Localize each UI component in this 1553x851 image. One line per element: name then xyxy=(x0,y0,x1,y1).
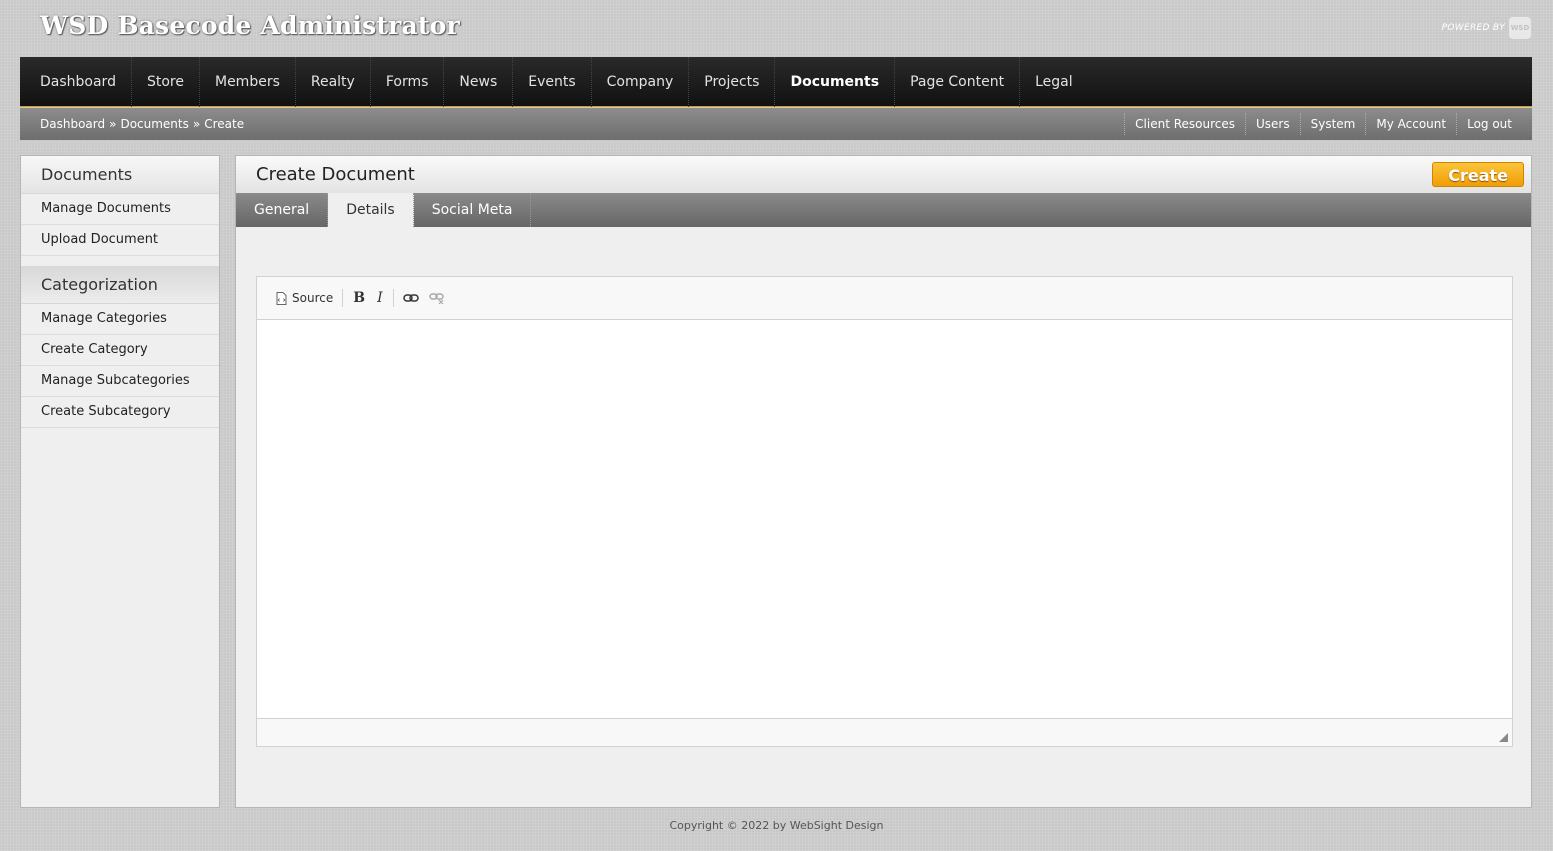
editor-toolbar: Source B I xyxy=(257,277,1512,320)
nav-item-dashboard[interactable]: Dashboard xyxy=(25,56,132,107)
toolbar-separator xyxy=(392,289,394,307)
breadcrumb-dashboard[interactable]: Dashboard xyxy=(40,117,105,131)
sidebar-link-manage-documents[interactable]: Manage Documents xyxy=(21,194,219,225)
toolbar-separator xyxy=(342,289,344,307)
breadcrumb: Dashboard » Documents » Create xyxy=(40,117,244,131)
sidebar-link-manage-subcategories[interactable]: Manage Subcategories xyxy=(21,366,219,397)
sub-bar: Dashboard » Documents » Create Client Re… xyxy=(20,108,1532,140)
link-system[interactable]: System xyxy=(1299,113,1366,135)
panel-header: Create Document Create xyxy=(236,156,1531,193)
sidebar-link-upload-document[interactable]: Upload Document xyxy=(21,225,219,256)
unlink-icon xyxy=(428,292,445,304)
link-my-account[interactable]: My Account xyxy=(1365,113,1456,135)
nav-item-events[interactable]: Events xyxy=(513,56,592,107)
sidebar-heading-categorization: Categorization xyxy=(21,266,219,304)
tab-general[interactable]: General xyxy=(236,193,329,227)
nav-item-forms[interactable]: Forms xyxy=(371,56,445,107)
nav-item-company[interactable]: Company xyxy=(592,56,690,107)
create-button[interactable]: Create xyxy=(1432,162,1524,187)
app-title: WSD Basecode Administrator xyxy=(40,11,460,40)
bold-button[interactable]: B xyxy=(347,286,371,310)
source-icon xyxy=(276,291,287,305)
nav-item-realty[interactable]: Realty xyxy=(296,56,371,107)
link-log-out[interactable]: Log out xyxy=(1456,113,1512,135)
copyright: Copyright © 2022 by WebSight Design xyxy=(669,819,884,832)
italic-button[interactable]: I xyxy=(371,286,389,310)
powered-by: POWERED BY WSD xyxy=(1442,17,1531,39)
breadcrumb-separator: » xyxy=(109,117,117,131)
utility-links: Client Resources Users System My Account… xyxy=(1124,113,1512,135)
nav-item-documents[interactable]: Documents xyxy=(775,56,896,107)
link-users[interactable]: Users xyxy=(1245,113,1300,135)
resize-handle-icon[interactable] xyxy=(1499,733,1508,742)
link-icon xyxy=(402,293,419,303)
nav-item-page-content[interactable]: Page Content xyxy=(895,56,1021,107)
nav-item-members[interactable]: Members xyxy=(200,56,296,107)
breadcrumb-create: Create xyxy=(204,117,245,131)
powered-by-label: POWERED BY xyxy=(1441,23,1505,33)
main-nav: Dashboard Store Members Realty Forms New… xyxy=(20,56,1532,107)
wsd-logo: WSD xyxy=(1509,17,1531,39)
sidebar-link-create-category[interactable]: Create Category xyxy=(21,335,219,366)
sidebar-link-manage-categories[interactable]: Manage Categories xyxy=(21,304,219,335)
nav-item-news[interactable]: News xyxy=(444,56,514,107)
tab-bar: General Details Social Meta xyxy=(236,193,1531,227)
sidebar-heading-documents: Documents xyxy=(21,156,219,194)
page-title: Create Document xyxy=(256,164,415,185)
unlink-button[interactable] xyxy=(424,286,450,310)
link-button[interactable] xyxy=(398,286,424,310)
nav-item-legal[interactable]: Legal xyxy=(1020,57,1088,107)
sidebar-link-create-subcategory[interactable]: Create Subcategory xyxy=(21,397,219,428)
breadcrumb-separator: » xyxy=(192,117,201,131)
source-label: Source xyxy=(292,291,334,305)
editor-footer xyxy=(257,718,1512,746)
nav-item-projects[interactable]: Projects xyxy=(689,56,776,107)
main-panel: Create Document Create General Details S… xyxy=(235,155,1532,808)
link-client-resources[interactable]: Client Resources xyxy=(1124,113,1245,135)
tab-social-meta[interactable]: Social Meta xyxy=(414,193,532,227)
rich-text-editor: Source B I xyxy=(256,276,1513,747)
nav-item-store[interactable]: Store xyxy=(132,56,200,107)
editor-content-area[interactable] xyxy=(257,320,1512,720)
breadcrumb-documents[interactable]: Documents xyxy=(120,117,188,131)
tab-details[interactable]: Details xyxy=(328,193,414,227)
source-button[interactable]: Source xyxy=(271,286,338,310)
sidebar: Documents Manage Documents Upload Docume… xyxy=(20,155,220,808)
